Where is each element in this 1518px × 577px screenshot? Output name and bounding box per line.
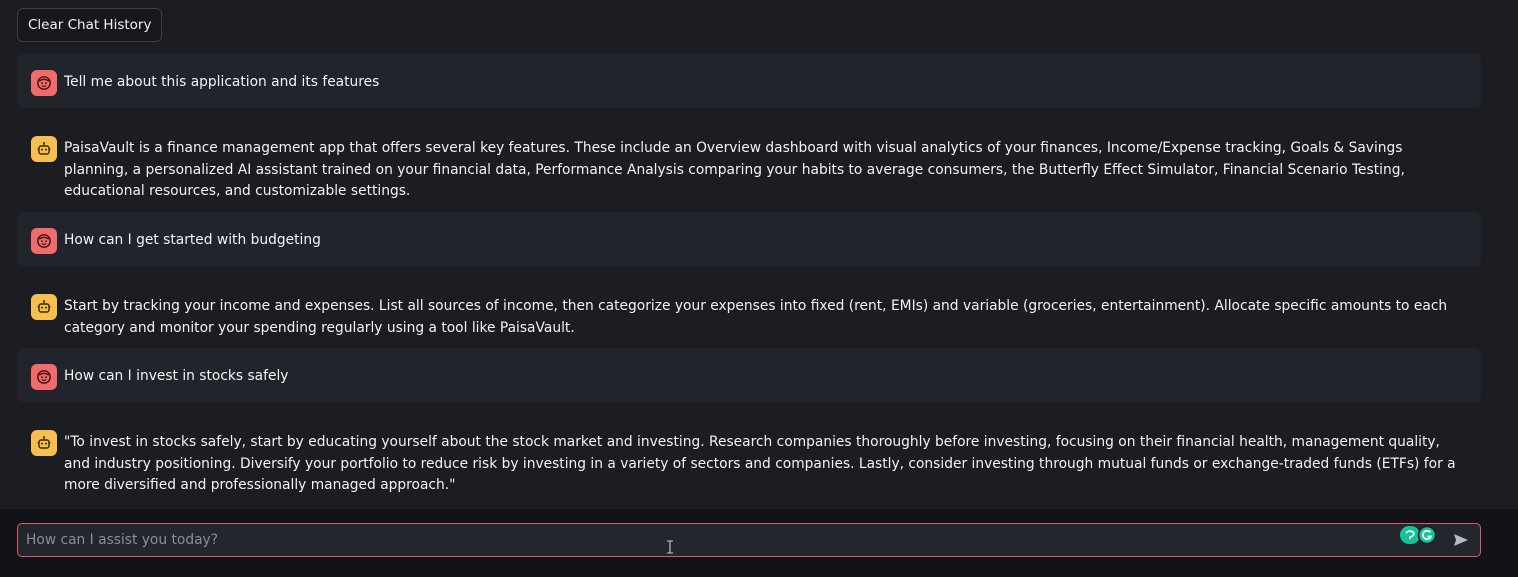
robot-icon <box>31 136 57 162</box>
robot-icon <box>31 294 57 320</box>
assistant-message: "To invest in stocks safely, start by ed… <box>17 402 1481 506</box>
robot-icon <box>31 430 57 456</box>
message-text: Tell me about this application and its f… <box>64 74 380 90</box>
message-text: How can I invest in stocks safely <box>64 368 289 384</box>
user-face-icon <box>31 228 57 254</box>
chat-input-container <box>17 523 1481 557</box>
chat-input[interactable] <box>18 524 1388 556</box>
top-bar: Clear Chat History <box>17 8 163 42</box>
assistant-message: Start by tracking your income and expens… <box>17 266 1481 348</box>
message-text: "To invest in stocks safely, start by ed… <box>64 434 1456 493</box>
user-message: Tell me about this application and its f… <box>17 54 1481 108</box>
message-text: PaisaVault is a finance management app t… <box>64 140 1405 199</box>
message-text: How can I get started with budgeting <box>64 232 321 248</box>
chat-history: Tell me about this application and its f… <box>17 54 1481 506</box>
user-face-icon <box>31 70 57 96</box>
text-cursor-icon <box>666 539 674 558</box>
chat-input-bar <box>0 509 1518 577</box>
assistant-message: PaisaVault is a finance management app t… <box>17 108 1481 212</box>
user-message: How can I invest in stocks safely <box>17 348 1481 402</box>
clear-chat-history-button[interactable]: Clear Chat History <box>17 8 163 42</box>
grammarly-icon[interactable] <box>1399 525 1437 545</box>
user-message: How can I get started with budgeting <box>17 212 1481 266</box>
message-text: Start by tracking your income and expens… <box>64 298 1448 336</box>
send-arrow-icon <box>1454 534 1468 546</box>
send-button[interactable] <box>1450 529 1472 551</box>
user-face-icon <box>31 364 57 390</box>
